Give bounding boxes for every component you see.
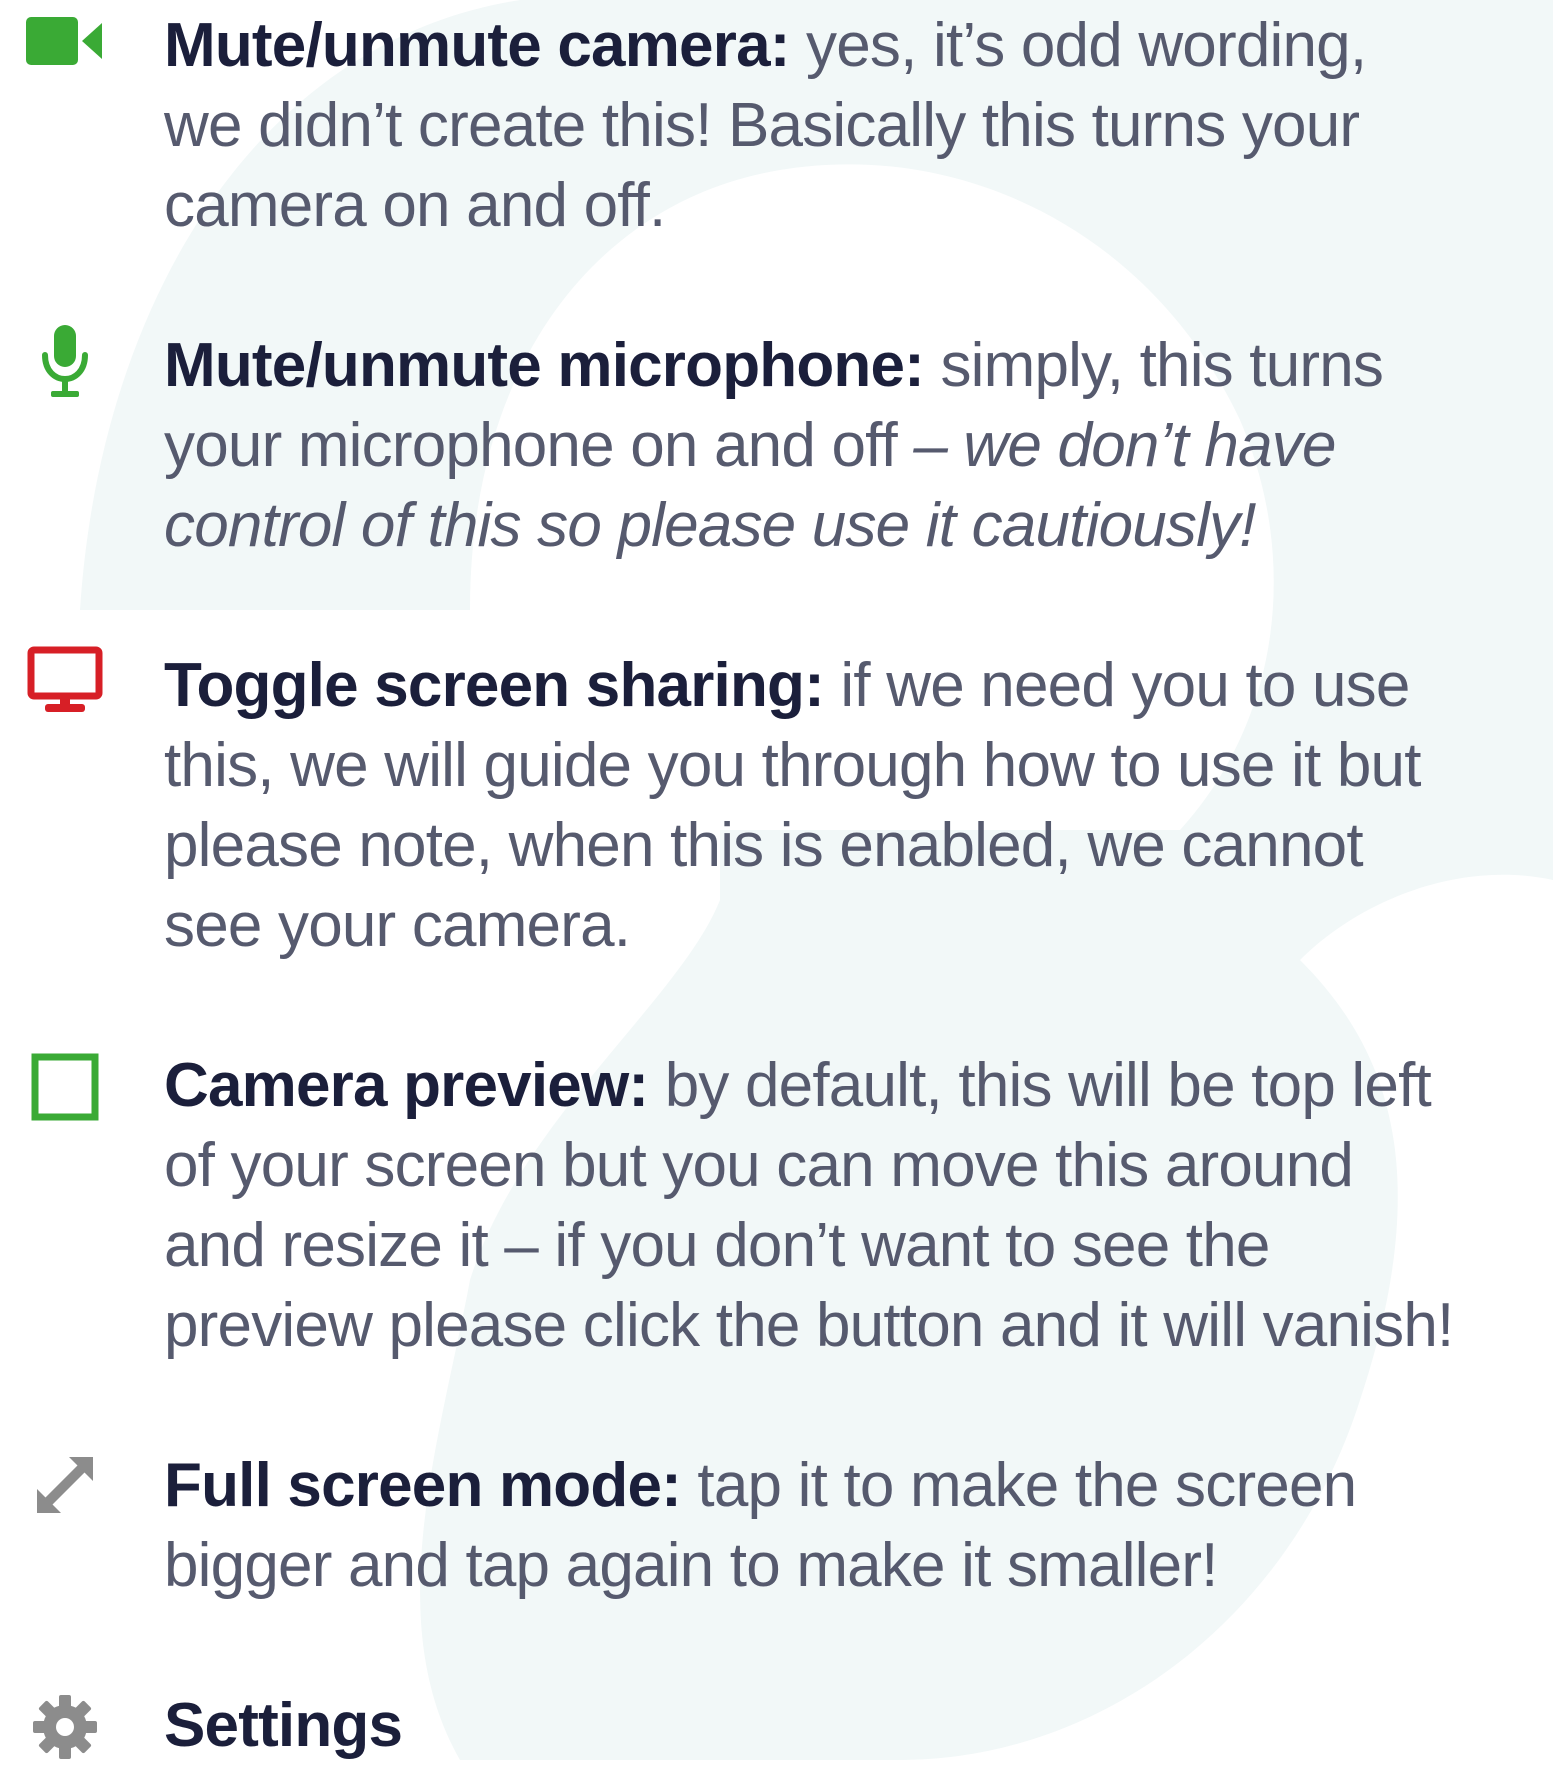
monitor-icon [24, 640, 106, 722]
expand-arrow-icon [24, 1444, 106, 1526]
gear-icon [24, 1686, 106, 1768]
item-line: please note, when this is enabled, we ca… [164, 811, 1364, 880]
item-text: Camera preview: by default, this will be… [164, 1046, 1553, 1366]
item-line: your microphone on and off – we don’t ha… [164, 406, 1553, 486]
item-description: if we need you to use [840, 651, 1410, 720]
item-line: of your screen but you can move this aro… [164, 1131, 1354, 1200]
item-term: Toggle screen sharing: [164, 651, 825, 720]
item-term: Mute/unmute microphone: [164, 331, 925, 400]
item-text: Full screen mode: tap it to make the scr… [164, 1446, 1553, 1606]
item-line: Full screen mode: tap it to make the scr… [164, 1446, 1553, 1526]
item-term: Settings [164, 1691, 403, 1760]
item-note: control of this so please use it cautiou… [164, 491, 1257, 560]
item-line: Mute/unmute camera: yes, it’s odd wordin… [164, 6, 1553, 86]
item-line: see your camera. [164, 891, 631, 960]
microphone-icon [24, 320, 106, 402]
square-outline-icon [24, 1046, 106, 1128]
item-text: Mute/unmute camera: yes, it’s odd wordin… [164, 6, 1553, 246]
item-term: Camera preview: [164, 1051, 649, 1120]
item-text: Settings [164, 1686, 1553, 1766]
item-line: Camera preview: by default, this will be… [164, 1046, 1553, 1126]
item-description: simply, this turns [940, 331, 1384, 400]
video-camera-icon [24, 0, 106, 82]
item-line: Mute/unmute microphone: simply, this tur… [164, 326, 1553, 406]
item-text: Mute/unmute microphone: simply, this tur… [164, 326, 1553, 566]
item-line: camera on and off. [164, 171, 666, 240]
item-line: this, we will guide you through how to u… [164, 731, 1421, 800]
item-term: Mute/unmute camera: [164, 11, 790, 80]
item-line: bigger and tap again to make it smaller! [164, 1531, 1218, 1600]
item-line: preview please click the button and it w… [164, 1291, 1454, 1360]
item-description: by default, this will be top left [664, 1051, 1432, 1120]
item-line: we didn’t create this! Basically this tu… [164, 91, 1360, 160]
item-note: – we don’t have [913, 411, 1336, 480]
item-line: Settings [164, 1686, 1553, 1766]
item-description: yes, it’s odd wording, [806, 11, 1367, 80]
item-description: tap it to make the screen [697, 1451, 1357, 1520]
item-line: and resize it – if you don’t want to see… [164, 1211, 1270, 1280]
item-line: Toggle screen sharing: if we need you to… [164, 646, 1553, 726]
item-text: Toggle screen sharing: if we need you to… [164, 646, 1553, 966]
item-term: Full screen mode: [164, 1451, 682, 1520]
item-description: your microphone on and off [164, 411, 898, 480]
